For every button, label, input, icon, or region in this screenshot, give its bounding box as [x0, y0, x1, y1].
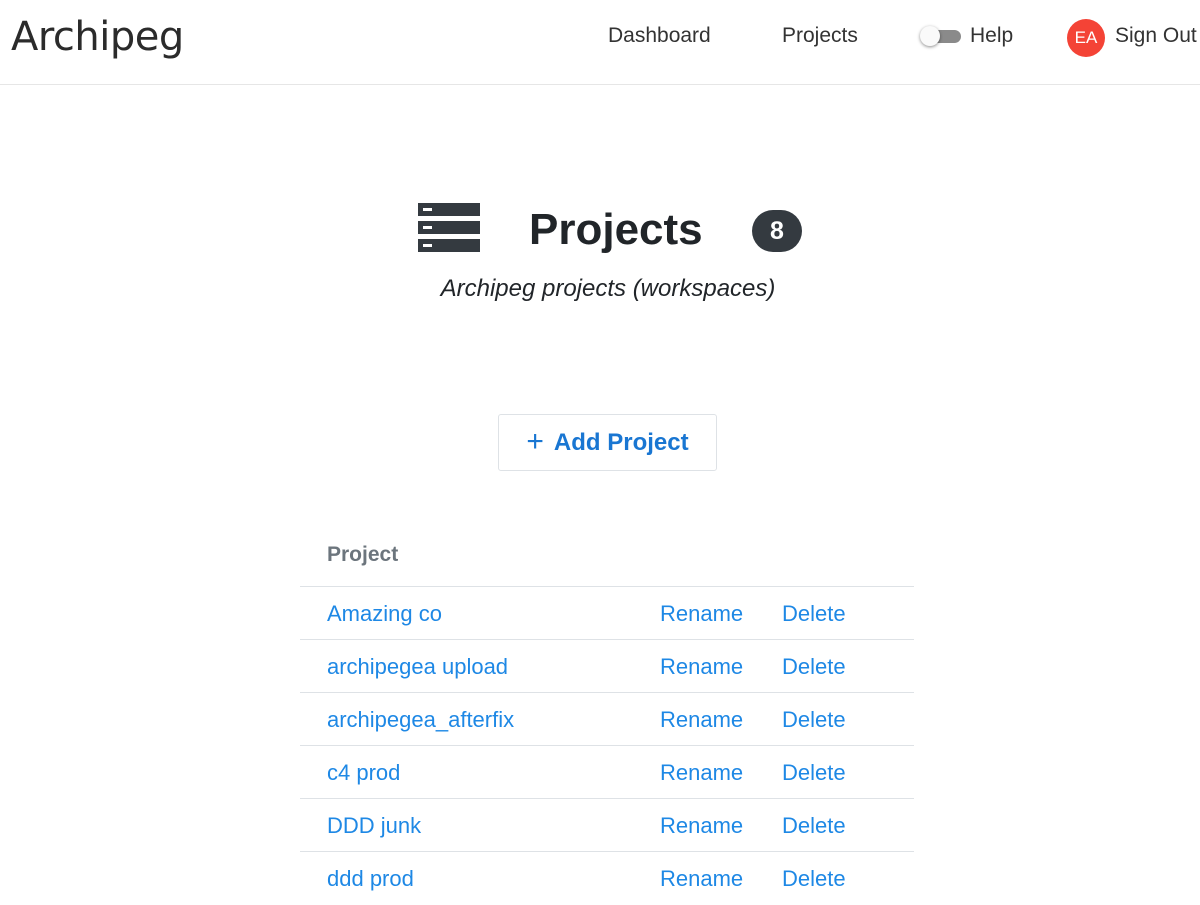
rename-link[interactable]: Rename	[660, 866, 743, 892]
help-toggle[interactable]	[920, 26, 962, 46]
delete-link[interactable]: Delete	[782, 654, 846, 680]
toggle-knob	[920, 26, 940, 46]
table-row: ddd prod Rename Delete	[300, 852, 914, 905]
project-name-link[interactable]: archipegea_afterfix	[327, 707, 514, 733]
delete-link[interactable]: Delete	[782, 760, 846, 786]
project-name-link[interactable]: ddd prod	[327, 866, 414, 892]
rename-link[interactable]: Rename	[660, 601, 743, 627]
add-project-button[interactable]: + Add Project	[498, 414, 717, 471]
project-name-link[interactable]: archipegea upload	[327, 654, 508, 680]
table-row: archipegea_afterfix Rename Delete	[300, 693, 914, 746]
delete-link[interactable]: Delete	[782, 813, 846, 839]
table-row: c4 prod Rename Delete	[300, 746, 914, 799]
rename-link[interactable]: Rename	[660, 760, 743, 786]
column-header-project: Project	[327, 543, 399, 566]
delete-link[interactable]: Delete	[782, 707, 846, 733]
plus-icon: +	[526, 424, 544, 458]
page-subtitle: Archipeg projects (workspaces)	[440, 275, 776, 302]
project-name-link[interactable]: DDD junk	[327, 813, 421, 839]
delete-link[interactable]: Delete	[782, 601, 846, 627]
rename-link[interactable]: Rename	[660, 707, 743, 733]
rename-link[interactable]: Rename	[660, 813, 743, 839]
table-row: Amazing co Rename Delete	[300, 587, 914, 640]
avatar[interactable]: EA	[1067, 19, 1105, 57]
server-icon	[418, 203, 480, 252]
table-header: Project	[300, 530, 914, 587]
delete-link[interactable]: Delete	[782, 866, 846, 892]
add-project-label: Add Project	[553, 428, 689, 456]
project-name-link[interactable]: Amazing co	[327, 601, 442, 627]
table-row: DDD junk Rename Delete	[300, 799, 914, 852]
project-name-link[interactable]: c4 prod	[327, 760, 400, 786]
nav-sign-out[interactable]: Sign Out	[1115, 24, 1197, 48]
nav-projects[interactable]: Projects	[782, 24, 858, 48]
nav-dashboard[interactable]: Dashboard	[608, 24, 711, 48]
navbar: Archipeg Dashboard Projects Help EA Sign…	[0, 0, 1200, 85]
table-row: archipegea upload Rename Delete	[300, 640, 914, 693]
brand-logo[interactable]: Archipeg	[11, 14, 184, 60]
nav-help[interactable]: Help	[970, 24, 1013, 48]
projects-table: Project Amazing co Rename Delete archipegea…	[300, 530, 914, 905]
project-count-badge: 8	[752, 210, 802, 252]
rename-link[interactable]: Rename	[660, 654, 743, 680]
page-title: Projects	[529, 205, 703, 254]
